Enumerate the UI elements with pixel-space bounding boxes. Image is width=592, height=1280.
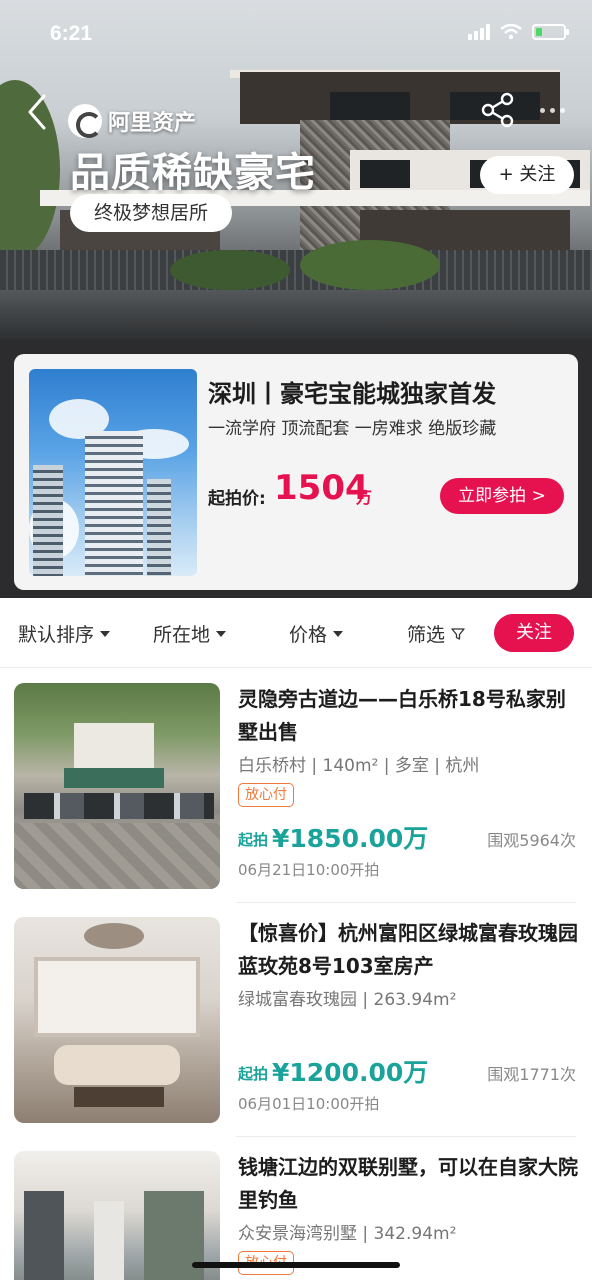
- bid-now-button[interactable]: 立即参拍 >: [440, 478, 564, 514]
- featured-subtitle: 一流学府 顶流配套 一房难求 绝版珍藏: [208, 419, 497, 439]
- featured-price-unit: 万: [356, 488, 373, 507]
- funnel-icon: [451, 627, 465, 640]
- shrub-decoration: [170, 250, 290, 290]
- listing-item[interactable]: 【惊喜价】杭州富阳区绿城富春玫瑰园蓝玫苑8号103室房产 绿城富春玫瑰园 | 2…: [0, 903, 592, 1137]
- status-bar: 6:21: [0, 0, 592, 70]
- listing-thumbnail: [14, 1151, 220, 1280]
- shrub-decoration: [300, 240, 440, 290]
- brand-logo-group: 阿里资产: [68, 104, 196, 138]
- featured-price: 1504: [274, 468, 369, 508]
- listing-meta: 白乐桥村 | 140m² | 多室 | 杭州: [238, 756, 480, 776]
- listing-price-label: 起拍: [238, 1065, 269, 1083]
- follow-channel-button[interactable]: + 关注: [480, 156, 574, 194]
- location-label: 所在地: [153, 624, 211, 646]
- battery-icon: [532, 24, 569, 40]
- listing-item[interactable]: 钱塘江边的双联别墅，可以在自家大院里钓鱼 众安景海湾别墅 | 342.94m² …: [0, 1137, 592, 1280]
- filter-button[interactable]: 筛选: [407, 620, 465, 647]
- listing-thumbnail: [14, 917, 220, 1123]
- hero-tagline-chip: 终极梦想居所: [70, 194, 233, 232]
- featured-price-label: 起拍价:: [208, 489, 266, 509]
- status-time: 6:21: [50, 22, 93, 45]
- brand-name: 阿里资产: [108, 111, 197, 136]
- follow-button[interactable]: 关注: [494, 614, 574, 652]
- featured-card[interactable]: 深圳丨豪宅宝能城独家首发 一流学府 顶流配套 一房难求 绝版珍藏 起拍价: 15…: [14, 354, 578, 590]
- featured-image: [29, 369, 197, 576]
- listing-title: 灵隐旁古道边——白乐桥18号私家别墅出售: [238, 687, 566, 744]
- listing-start-time: 06月01日10:00开拍: [238, 1095, 380, 1113]
- building-fence: [0, 250, 592, 290]
- share-icon[interactable]: [481, 92, 515, 128]
- listing-title: 钱塘江边的双联别墅，可以在自家大院里钓鱼: [238, 1155, 578, 1212]
- more-icon[interactable]: [540, 108, 565, 113]
- home-indicator: [192, 1262, 400, 1268]
- trust-badge: 放心付: [238, 783, 294, 807]
- caret-down-icon: [216, 630, 227, 637]
- price-dropdown[interactable]: 价格: [289, 620, 344, 647]
- brand-logo-icon: [68, 104, 102, 138]
- listing-thumbnail: [14, 683, 220, 889]
- sort-dropdown[interactable]: 默认排序: [18, 620, 111, 647]
- listing-views: 围观1771次: [487, 1065, 576, 1084]
- listing-start-time: 06月21日10:00开拍: [238, 861, 380, 879]
- price-label: 价格: [289, 624, 328, 646]
- sort-label: 默认排序: [18, 624, 95, 646]
- caret-down-icon: [333, 630, 344, 637]
- listing-title: 【惊喜价】杭州富阳区绿城富春玫瑰园蓝玫苑8号103室房产: [238, 921, 578, 978]
- listing-views: 围观5964次: [487, 831, 576, 850]
- filter-label: 筛选: [407, 624, 446, 646]
- hero-title: 品质稀缺豪宅: [70, 150, 316, 196]
- listing-price: ¥1850.00万: [272, 824, 429, 853]
- back-icon[interactable]: [22, 92, 52, 132]
- featured-title: 深圳丨豪宅宝能城独家首发: [208, 380, 496, 408]
- caret-down-icon: [100, 630, 111, 637]
- listing-meta: 众安景海湾别墅 | 342.94m²: [238, 1224, 457, 1244]
- wifi-icon: [500, 24, 522, 40]
- building-window: [330, 92, 410, 120]
- building-window: [360, 160, 410, 188]
- building-base: [0, 290, 592, 340]
- signal-icon: [468, 24, 490, 40]
- hero-banner: 6:21 阿里资产 品质稀缺豪宅 终极梦想居所 + 关注: [0, 0, 592, 340]
- listing-price-label: 起拍: [238, 831, 269, 849]
- listing-item[interactable]: 灵隐旁古道边——白乐桥18号私家别墅出售 白乐桥村 | 140m² | 多室 |…: [0, 669, 592, 903]
- listing-price: ¥1200.00万: [272, 1058, 429, 1087]
- listing-meta: 绿城富春玫瑰园 | 263.94m²: [238, 990, 457, 1010]
- location-dropdown[interactable]: 所在地: [153, 620, 227, 647]
- filter-bar: 默认排序 所在地 价格 筛选 关注: [0, 598, 592, 668]
- status-icons: [468, 24, 569, 40]
